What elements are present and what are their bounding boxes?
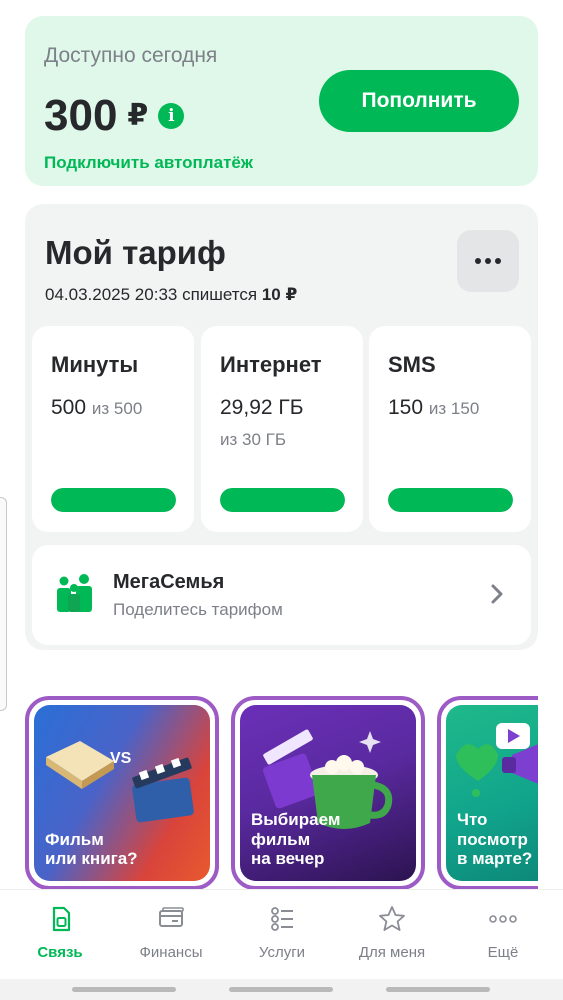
info-icon[interactable]: i [158, 103, 185, 129]
nav-item-svyaz[interactable]: Связь [4, 904, 116, 974]
story-image: Выбираем фильм на вечер [240, 705, 416, 881]
quota-total: из 150 [428, 399, 480, 418]
system-pill[interactable] [386, 987, 490, 992]
tariff-card: Мой тариф 04.03.2025 20:33 спишется 10 ₽… [25, 204, 538, 650]
nav-label: Для меня [358, 944, 426, 961]
tariff-charge-info: 04.03.2025 20:33 спишется 10 ₽ [45, 285, 297, 305]
story-image: VS Фильм или книга? [34, 705, 210, 881]
more-horizontal-icon [475, 258, 481, 264]
sim-card-icon [52, 906, 71, 932]
quota-value: 29,92 ГБ [220, 396, 304, 420]
system-pill[interactable] [229, 987, 333, 992]
quota-progress-fill [51, 488, 176, 512]
balance-card: Доступно сегодня 300 ₽ i Подключить авто… [25, 16, 538, 186]
svg-text:VS: VS [110, 750, 132, 767]
quota-title: Минуты [51, 352, 139, 377]
charge-amount: 10 ₽ [261, 285, 298, 304]
star-icon [379, 906, 405, 931]
nav-item-finansy[interactable]: Финансы [115, 904, 227, 974]
chevron-right-icon [491, 584, 503, 604]
quota-progress-bar [220, 488, 345, 512]
nav-item-dlya-menya[interactable]: Для меня [336, 904, 448, 974]
system-navigation-bar [0, 979, 563, 1000]
story-card[interactable]: Выбираем фильм на вечер [231, 696, 425, 890]
bottom-navigation: Связь Финансы Услуги Для меня Ещё [0, 889, 563, 979]
quota-sms[interactable]: SMS 150 из 150 [369, 326, 531, 532]
story-title: Что посмотр в марте? [457, 810, 533, 869]
topup-button[interactable]: Пополнить [319, 70, 519, 132]
quota-total: из 30 ГБ [220, 430, 287, 449]
nav-label: Услуги [258, 944, 306, 961]
balance-currency: ₽ [127, 99, 149, 132]
story-title: Выбираем фильм на вечер [251, 810, 341, 869]
nav-label: Ещё [487, 944, 519, 961]
quota-progress-bar [388, 488, 513, 512]
nav-item-uslugi[interactable]: Услуги [226, 904, 338, 974]
nav-label: Связь [37, 944, 83, 961]
charge-date: 04.03.2025 20:33 спишется [45, 285, 258, 304]
balance-caption: Доступно сегодня [44, 44, 218, 67]
balance-amount: 300 ₽ i [44, 91, 185, 140]
more-dots-icon [489, 915, 517, 923]
story-card[interactable]: VS Фильм или книга? [25, 696, 219, 890]
story-card[interactable]: Что посмотр в марте? [437, 696, 538, 890]
family-icon [57, 574, 92, 612]
stories-carousel: VS Фильм или книга? Выбираем фильм на ве… [0, 696, 538, 890]
story-image: Что посмотр в марте? [446, 705, 538, 881]
tariff-title: Мой тариф [45, 234, 226, 271]
quota-total: из 500 [91, 399, 143, 418]
card-icon [159, 907, 184, 927]
quota-minutes[interactable]: Минуты 500 из 500 [32, 326, 194, 532]
quota-progress-bar [51, 488, 176, 512]
quota-progress-fill [388, 488, 513, 512]
quota-internet[interactable]: Интернет 29,92 ГБ из 30 ГБ [201, 326, 363, 532]
quota-remaining: 29,92 ГБ [220, 396, 304, 419]
app-screen: Доступно сегодня 300 ₽ i Подключить авто… [0, 0, 563, 1000]
quota-value: 150 из 150 [388, 396, 479, 420]
story-title: Фильм или книга? [45, 829, 138, 869]
nav-item-eshche[interactable]: Ещё [447, 904, 559, 974]
balance-value: 300 [44, 91, 118, 140]
quota-value: 500 из 500 [51, 396, 142, 420]
megafamily-title: МегаСемья [113, 571, 225, 593]
services-icon [271, 907, 293, 931]
quota-title: Интернет [220, 352, 322, 377]
quota-remaining: 150 [388, 396, 424, 419]
quota-progress-fill [220, 488, 345, 512]
megafamily-row[interactable]: МегаСемья Поделитесь тарифом [32, 545, 531, 645]
edge-panel-handle[interactable] [0, 497, 7, 711]
megafamily-subtitle: Поделитесь тарифом [113, 600, 283, 619]
system-pill[interactable] [72, 987, 176, 992]
tariff-more-button[interactable] [457, 230, 519, 292]
autopay-link[interactable]: Подключить автоплатёж [44, 153, 253, 173]
quota-title: SMS [388, 352, 436, 377]
nav-label: Финансы [139, 944, 203, 961]
quota-remaining: 500 [51, 396, 87, 419]
